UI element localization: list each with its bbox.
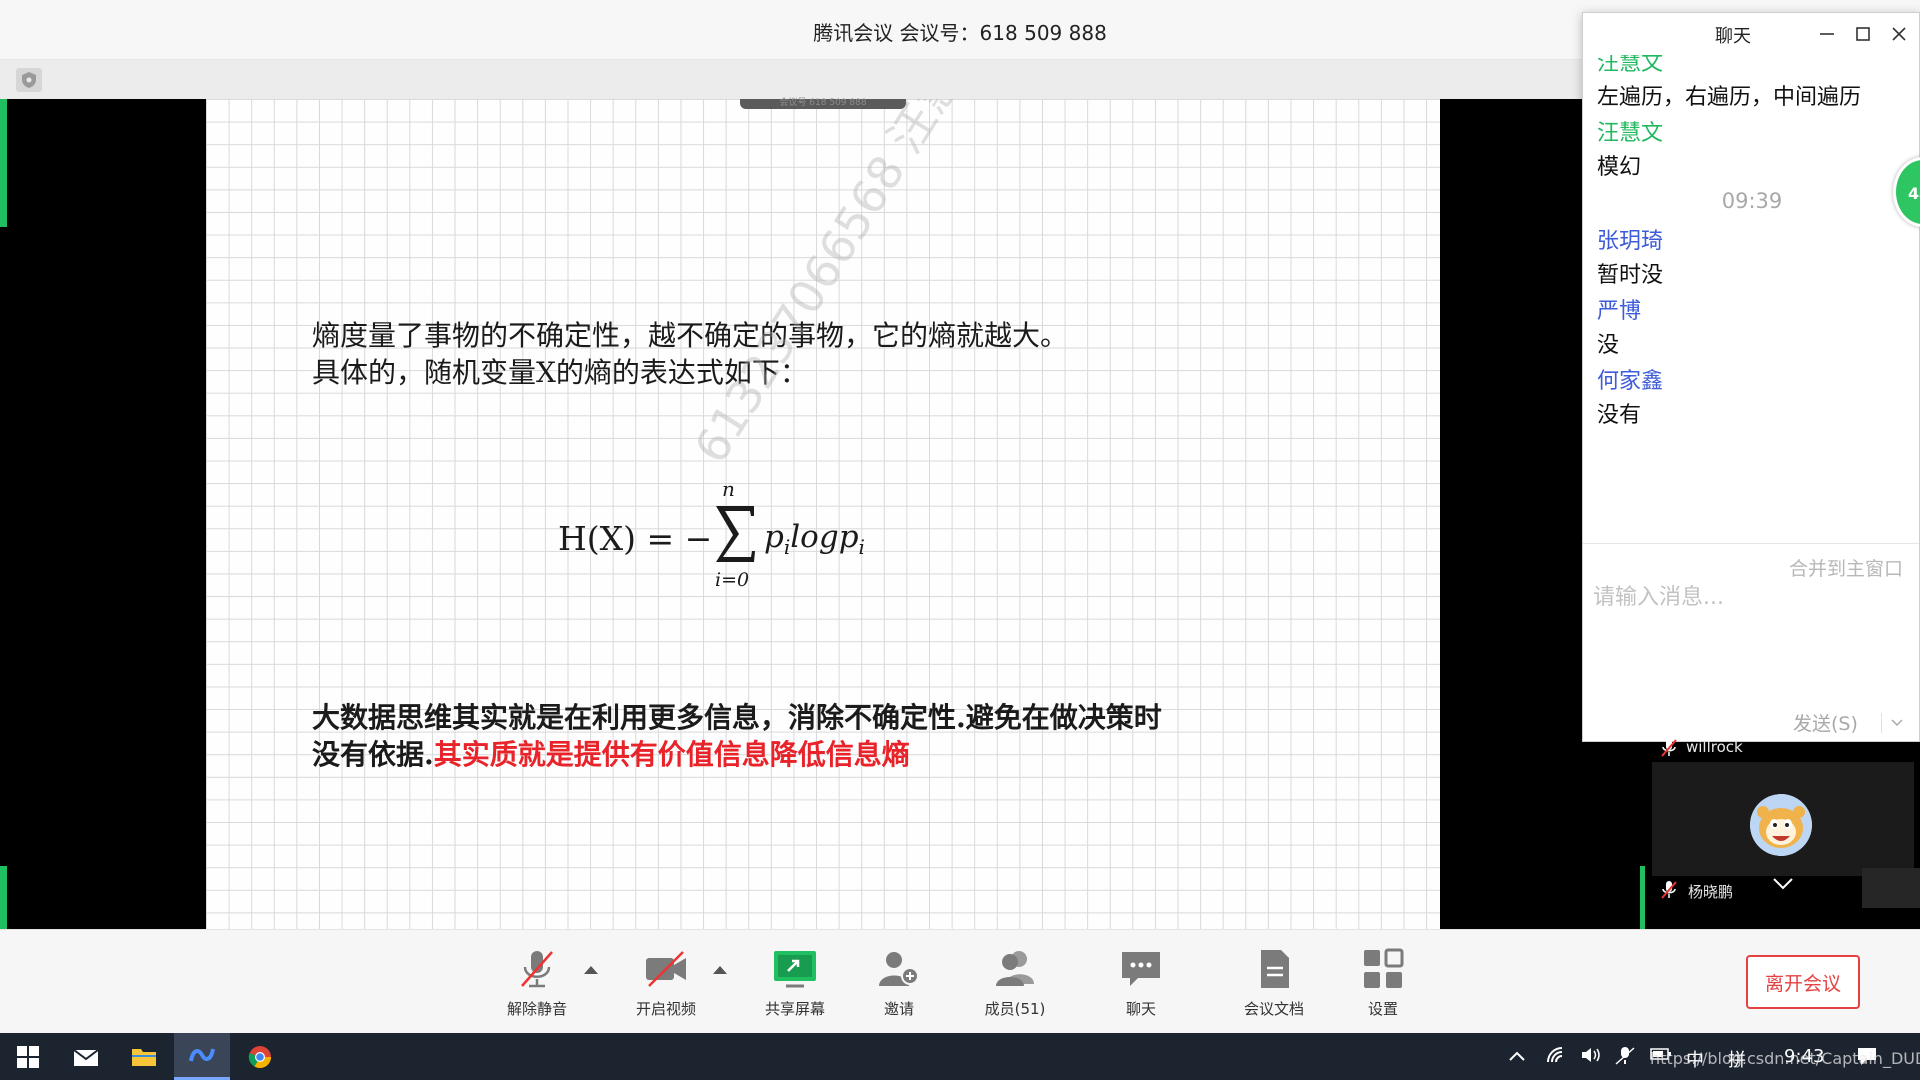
slide-line-1: 熵度量了事物的不确定性，越不确定的事物，它的熵就越大。 [312, 319, 1069, 352]
file-explorer-icon[interactable] [116, 1033, 172, 1080]
share-screen-icon [774, 951, 816, 988]
chat-message-text: 没 [1597, 333, 1620, 358]
audio-options-caret-icon[interactable] [584, 966, 598, 974]
formula-logp: logp [790, 519, 859, 555]
tray-mic-icon[interactable] [1614, 1046, 1636, 1071]
mic-muted-icon [1661, 739, 1677, 757]
url-watermark: https://blog.csdn.net/Captain_DUDU [1650, 1049, 1920, 1068]
chat-header: 聊天 [1583, 13, 1919, 55]
participant-name: willrock [1686, 738, 1743, 756]
chat-sender: 何家鑫 [1597, 369, 1664, 394]
slide-bold-line-2: 没有依据.其实质就是提供有价值信息降低信息熵 [312, 736, 910, 773]
minimize-icon[interactable] [1815, 23, 1839, 45]
invite-icon [879, 952, 919, 986]
video-off-icon [646, 951, 686, 987]
speaker-indicator-top [0, 99, 7, 227]
participant-panel-tab[interactable] [1862, 868, 1920, 908]
invite-label: 邀请 [883, 1000, 914, 1018]
meeting-toolbar: 解除静音 开启视频 共享屏幕 邀请 成员(51) 聊天 会议文档 设置 [0, 929, 1920, 1033]
presentation-slide: 熵度量了事物的不确定性，越不确定的事物，它的熵就越大。 具体的，随机变量X的熵的… [206, 99, 1440, 929]
mic-muted-icon [1661, 881, 1677, 899]
mail-icon[interactable] [58, 1033, 114, 1080]
settings-icon [1364, 948, 1404, 988]
user-watermark: 613237066568 汪慧文 [683, 99, 997, 473]
unmute-label: 解除静音 [506, 1000, 567, 1018]
speaker-indicator [1640, 866, 1645, 930]
slide-bold-line-2-red: 其实质就是提供有价值信息降低信息熵 [433, 738, 910, 771]
document-icon [1261, 950, 1289, 988]
chat-sender: 严博 [1597, 299, 1642, 324]
entropy-formula: H(X) = − n i=0 pilogpi [558, 477, 898, 607]
chat-sender: 汪慧文 [1597, 55, 1664, 76]
chat-window: 聊天 汪慧文 左遍历，右遍历，中间遍历 汪慧文 模幻 09:39 张玥琦 暂时没… [1582, 12, 1920, 742]
sigma-symbol [716, 506, 755, 562]
chat-message-input[interactable] [1593, 579, 1911, 699]
chat-label: 聊天 [1125, 1000, 1156, 1018]
security-shield-icon[interactable] [16, 68, 42, 92]
tray-expand-chevron-icon[interactable] [1508, 1046, 1526, 1067]
chat-message-text: 左遍历，右遍历，中间遍历 [1597, 85, 1862, 110]
share-status-tab[interactable]: 会议号 618 509 888 [740, 99, 906, 109]
maximize-icon[interactable] [1851, 23, 1875, 45]
members-button[interactable]: 成员(51) [960, 948, 1070, 1028]
unmute-button[interactable]: 解除静音 [482, 948, 592, 1028]
settings-button[interactable]: 设置 [1328, 948, 1438, 1028]
mic-muted-icon [521, 951, 553, 988]
formula-sum-upper: n [722, 477, 735, 501]
participant-avatar [1750, 794, 1812, 856]
invite-button[interactable]: 邀请 [844, 948, 954, 1028]
speaker-indicator-bottom [0, 866, 7, 930]
chat-sender: 汪慧文 [1597, 121, 1664, 146]
meeting-documents-label: 会议文档 [1243, 1000, 1304, 1018]
chrome-icon[interactable] [232, 1033, 288, 1080]
members-label: 成员(51) [984, 1000, 1046, 1018]
slide-line-2: 具体的，随机变量X的熵的表达式如下： [312, 356, 808, 389]
close-icon[interactable] [1887, 23, 1911, 45]
wifi-icon[interactable] [1546, 1046, 1568, 1069]
settings-label: 设置 [1367, 1000, 1398, 1018]
leave-meeting-button[interactable]: 离开会议 [1746, 955, 1860, 1009]
members-icon [996, 951, 1034, 986]
chat-sender: 张玥琦 [1597, 229, 1664, 254]
share-screen-label: 共享屏幕 [764, 1000, 825, 1018]
chat-message-text: 模幻 [1597, 155, 1642, 180]
meeting-documents-button[interactable]: 会议文档 [1219, 948, 1329, 1028]
windows-taskbar: 中 拼 9:43 [0, 1033, 1920, 1080]
merge-to-main-window-link[interactable]: 合并到主窗口 [1789, 554, 1903, 581]
tencent-meeting-taskbar-icon[interactable] [174, 1033, 230, 1080]
slide-bold-line-1: 大数据思维其实就是在利用更多信息，消除不确定性.避免在做决策时 [312, 701, 1162, 734]
chat-timestamp: 09:39 [1721, 189, 1783, 213]
send-button[interactable]: 发送(S) [1793, 709, 1858, 736]
chat-divider [1583, 543, 1919, 544]
formula-term: pilogpi [764, 519, 865, 559]
send-options-chevron-icon[interactable] [1881, 713, 1911, 733]
formula-sum-lower: i=0 [715, 569, 750, 591]
chat-message-list[interactable]: 汪慧文 左遍历，右遍历，中间遍历 汪慧文 模幻 09:39 张玥琦 暂时没 严博… [1583, 55, 1919, 535]
share-screen-button[interactable]: 共享屏幕 [740, 948, 850, 1028]
chat-icon [1122, 952, 1160, 986]
start-video-label: 开启视频 [635, 1000, 696, 1018]
chat-message-text: 暂时没 [1597, 263, 1664, 288]
chat-message-text: 没有 [1597, 403, 1642, 428]
slide-bold-line-2-black: 没有依据. [312, 738, 434, 771]
formula-sub-i2: i [858, 535, 865, 560]
volume-icon[interactable] [1580, 1046, 1602, 1069]
video-options-caret-icon[interactable] [713, 966, 727, 974]
formula-lhs: H(X) = − [558, 519, 713, 558]
chat-button[interactable]: 聊天 [1086, 948, 1196, 1028]
windows-start-icon[interactable] [0, 1033, 56, 1080]
collapse-chevron-down-icon[interactable] [1772, 876, 1794, 895]
start-video-button[interactable]: 开启视频 [611, 948, 721, 1028]
participant-name: 杨晓鹏 [1688, 883, 1734, 901]
formula-p: p [764, 519, 784, 555]
